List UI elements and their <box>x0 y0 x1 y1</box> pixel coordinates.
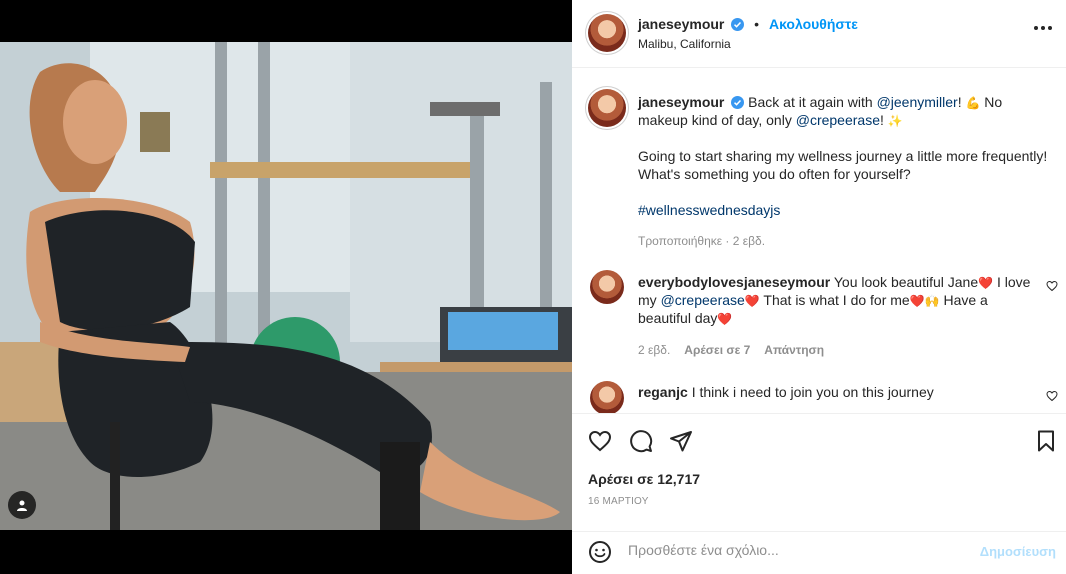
bookmark-icon[interactable] <box>1034 429 1058 453</box>
post-comment-button[interactable]: Δημοσίευση <box>980 544 1056 559</box>
more-options-icon[interactable] <box>1034 26 1052 30</box>
sparkles-emoji: ✨ <box>887 114 903 128</box>
heart-and-raising-hands-emoji: ❤️🙌 <box>909 294 940 308</box>
hashtag-link[interactable]: #wellnesswednesdayjs <box>638 202 780 218</box>
like-comment-heart-icon[interactable] <box>1046 280 1058 292</box>
commenter-avatar[interactable] <box>590 381 624 413</box>
post-actions: Αρέσει σε 12,717 16 ΜΑΡΤΙΟΥ <box>572 413 1066 531</box>
mention-link[interactable]: @crepeerase <box>661 292 745 308</box>
commenter-username[interactable]: everybodylovesjaneseymour <box>638 274 830 290</box>
edited-timestamp: Τροποποιήθηκε · 2 εβδ. <box>638 234 766 248</box>
share-icon[interactable] <box>669 429 693 453</box>
comment-meta: 2 εβδ. Αρέσει σε 7 Απάντηση <box>638 343 824 357</box>
heart-icon[interactable] <box>588 429 612 453</box>
post-location[interactable]: Malibu, California <box>638 37 731 51</box>
verified-badge-icon <box>731 18 745 31</box>
author-avatar[interactable] <box>588 14 626 52</box>
red-heart-emoji: ❤️ <box>717 312 733 326</box>
add-comment-bar: Δημοσίευση <box>572 531 1066 574</box>
mention-link[interactable]: @jeenymiller <box>877 94 958 110</box>
red-heart-emoji: ❤️ <box>978 276 994 290</box>
post-caption: janeseymour Back at it again with @jeeny… <box>638 93 1052 237</box>
reply-button[interactable]: Απάντηση <box>764 343 824 357</box>
comment-item: everybodylovesjaneseymour You look beaut… <box>638 273 1038 327</box>
mention-link[interactable]: @crepeerase <box>796 112 880 128</box>
comment-icon[interactable] <box>629 429 653 453</box>
separator-dot: • <box>754 16 760 32</box>
comments-scroll-area[interactable]: janeseymour Back at it again with @jeeny… <box>572 69 1066 413</box>
photo-illustration <box>0 42 572 530</box>
like-comment-heart-icon[interactable] <box>1046 390 1058 402</box>
follow-button[interactable]: Ακολουθήστε <box>769 16 858 32</box>
commenter-avatar[interactable] <box>590 270 624 304</box>
comment-text: That is what I do for me <box>759 292 910 308</box>
comment-item: reganjc I think i need to join you on th… <box>638 383 1038 401</box>
verified-badge-icon <box>731 96 745 109</box>
comment-likes-button[interactable]: Αρέσει σε 7 <box>684 343 750 357</box>
caption-author-avatar[interactable] <box>588 89 626 127</box>
flexed-biceps-emoji: 💪 <box>965 96 981 110</box>
author-username[interactable]: janeseymour <box>638 16 724 32</box>
post-date[interactable]: 16 ΜΑΡΤΙΟΥ <box>588 496 649 507</box>
comment-input[interactable] <box>628 542 958 558</box>
user-tag-icon[interactable] <box>8 491 36 519</box>
media-pane <box>0 0 572 574</box>
post-details-panel: janeseymour • Ακολουθήστε Malibu, Califo… <box>572 0 1066 574</box>
caption-text: Back at it again with <box>748 94 873 110</box>
post-modal: janeseymour • Ακολουθήστε Malibu, Califo… <box>0 0 1066 574</box>
smile-icon[interactable] <box>588 540 612 564</box>
post-photo[interactable] <box>0 42 572 530</box>
caption-paragraph: Going to start sharing my wellness journ… <box>638 148 1048 182</box>
post-header: janeseymour • Ακολουθήστε Malibu, Califo… <box>572 0 1066 68</box>
comment-age: 2 εβδ. <box>638 343 671 357</box>
comment-text: I think i need to join you on this journ… <box>691 384 934 400</box>
caption-text: ! <box>880 112 888 128</box>
likes-count[interactable]: Αρέσει σε 12,717 <box>588 471 700 487</box>
comment-text: You look beautiful Jane <box>833 274 979 290</box>
author-line: janeseymour • Ακολουθήστε <box>638 16 858 32</box>
red-heart-emoji: ❤️ <box>744 294 760 308</box>
caption-author-username[interactable]: janeseymour <box>638 94 724 110</box>
commenter-username[interactable]: reganjc <box>638 384 688 400</box>
caption-text: ! <box>957 94 966 110</box>
